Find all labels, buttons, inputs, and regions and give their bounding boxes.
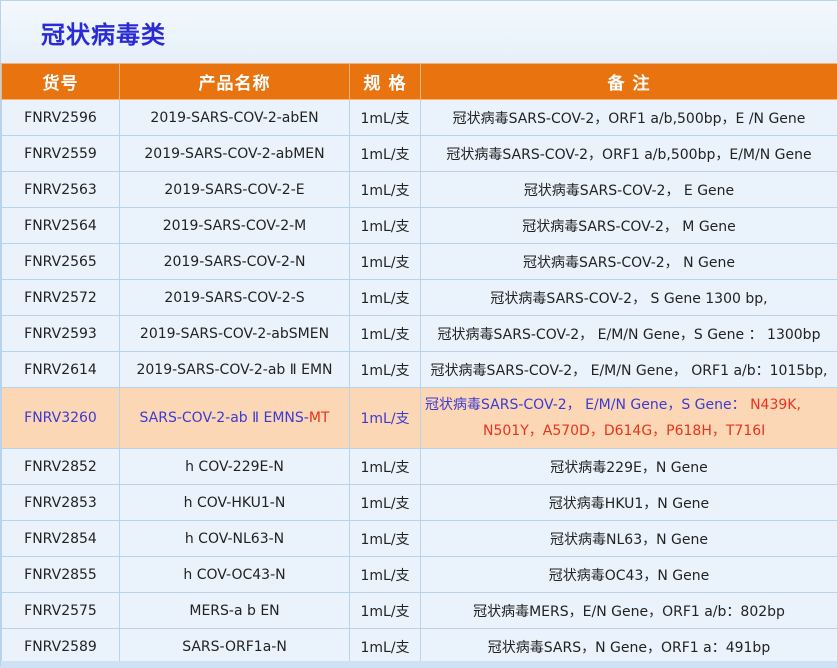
cell-spec: 1mL/支 [350,136,421,172]
cell-item-number: FNRV2563 [2,172,120,208]
cell-spec: 1mL/支 [350,629,421,665]
cell-remarks: 冠状病毒SARS-COV-2， E/M/N Gene， ORF1 a/b：101… [421,352,837,388]
cell-remarks: 冠状病毒NL63，N Gene [421,521,837,557]
mutation-list-1: N439K, [750,397,801,413]
cell-remarks: 冠状病毒SARS-COV-2， M Gene [421,208,837,244]
cell-spec: 1mL/支 [350,316,421,352]
cell-remarks: 冠状病毒SARS-COV-2， N Gene [421,244,837,280]
table-row: FNRV2593 2019-SARS-COV-2-abSMEN 1mL/支 冠状… [2,316,837,352]
cell-product-name: h COV-NL63-N [120,521,350,557]
table-row: FNRV2564 2019-SARS-COV-2-M 1mL/支 冠状病毒SAR… [2,208,837,244]
cell-product-name: h COV-229E-N [120,449,350,485]
table-row: FNRV2614 2019-SARS-COV-2-ab Ⅱ EMN 1mL/支 … [2,352,837,388]
table-header-row: 货号 产品名称 规 格 备 注 [2,64,837,100]
table-row: FNRV2854 h COV-NL63-N 1mL/支 冠状病毒NL63，N G… [2,521,837,557]
cell-remarks: 冠状病毒OC43，N Gene [421,557,837,593]
cell-item-number: FNRV2559 [2,136,120,172]
cell-spec: 1mL/支 [350,172,421,208]
table-row-highlighted: FNRV3260 SARS-COV-2-ab Ⅱ EMNS-MT 1mL/支 冠… [2,388,837,449]
cell-remarks: 冠状病毒229E，N Gene [421,449,837,485]
table-row: FNRV2589 SARS-ORF1a-N 1mL/支 冠状病毒SARS，N G… [2,629,837,665]
table-row: FNRV2853 h COV-HKU1-N 1mL/支 冠状病毒HKU1，N G… [2,485,837,521]
product-sheet: 冠状病毒类 货号 产品名称 规 格 备 注 FNRV2596 2019-SARS… [0,0,837,667]
header-item-number: 货号 [2,64,120,100]
product-table: 货号 产品名称 规 格 备 注 FNRV2596 2019-SARS-COV-2… [1,63,837,665]
cell-product-name: 2019-SARS-COV-2-S [120,280,350,316]
cell-item-number: FNRV2565 [2,244,120,280]
cell-item-number: FNRV2853 [2,485,120,521]
table-row: FNRV2563 2019-SARS-COV-2-E 1mL/支 冠状病毒SAR… [2,172,837,208]
header-spec: 规 格 [350,64,421,100]
cell-product-name: SARS-ORF1a-N [120,629,350,665]
cell-spec: 1mL/支 [350,280,421,316]
cell-product-name: 2019-SARS-COV-2-abMEN [120,136,350,172]
cell-remarks: 冠状病毒SARS-COV-2， S Gene 1300 bp, [421,280,837,316]
cell-item-number: FNRV2855 [2,557,120,593]
cell-remarks: 冠状病毒SARS-COV-2， E/M/N Gene，S Gene： N439K… [421,388,837,449]
cell-product-name: 2019-SARS-COV-2-M [120,208,350,244]
cell-item-number: FNRV2614 [2,352,120,388]
cell-remarks: 冠状病毒SARS-COV-2，ORF1 a/b,500bp，E/M/N Gene [421,136,837,172]
cell-item-number: FNRV2596 [2,100,120,136]
cell-spec: 1mL/支 [350,388,421,449]
cell-product-name: 2019-SARS-COV-2-ab Ⅱ EMN [120,352,350,388]
table-row: FNRV2572 2019-SARS-COV-2-S 1mL/支 冠状病毒SAR… [2,280,837,316]
product-name-text: SARS-COV-2-ab Ⅱ EMNS- [140,410,309,426]
cell-item-number: FNRV2575 [2,593,120,629]
cell-product-name: h COV-OC43-N [120,557,350,593]
header-product-name: 产品名称 [120,64,350,100]
cell-item-number: FNRV2593 [2,316,120,352]
cell-spec: 1mL/支 [350,449,421,485]
cell-product-name: 2019-SARS-COV-2-abSMEN [120,316,350,352]
header-remarks: 备 注 [421,64,837,100]
table-row: FNRV2559 2019-SARS-COV-2-abMEN 1mL/支 冠状病… [2,136,837,172]
table-row: FNRV2596 2019-SARS-COV-2-abEN 1mL/支 冠状病毒… [2,100,837,136]
page-title: 冠状病毒类 [41,15,166,50]
product-name-suffix: MT [309,410,330,426]
table-row: FNRV2855 h COV-OC43-N 1mL/支 冠状病毒OC43，N G… [2,557,837,593]
cell-product-name: 2019-SARS-COV-2-abEN [120,100,350,136]
cell-remarks: 冠状病毒HKU1，N Gene [421,485,837,521]
cell-product-name: SARS-COV-2-ab Ⅱ EMNS-MT [120,388,350,449]
cell-product-name: h COV-HKU1-N [120,485,350,521]
cell-item-number: FNRV2589 [2,629,120,665]
cell-item-number: FNRV3260 [2,388,120,449]
cell-spec: 1mL/支 [350,352,421,388]
cell-spec: 1mL/支 [350,485,421,521]
cell-remarks: 冠状病毒SARS-COV-2， E Gene [421,172,837,208]
cell-spec: 1mL/支 [350,521,421,557]
cell-item-number: FNRV2572 [2,280,120,316]
mutation-list-2: N501Y，A570D，D614G，P618H，T716I [425,423,765,439]
cell-spec: 1mL/支 [350,100,421,136]
cell-remarks: 冠状病毒SARS-COV-2，ORF1 a/b,500bp，E /N Gene [421,100,837,136]
cell-remarks: 冠状病毒SARS-COV-2， E/M/N Gene，S Gene ： 1300… [421,316,837,352]
table-row: FNRV2852 h COV-229E-N 1mL/支 冠状病毒229E，N G… [2,449,837,485]
cell-product-name: 2019-SARS-COV-2-E [120,172,350,208]
title-bar: 冠状病毒类 [1,1,837,63]
cell-product-name: MERS-a b EN [120,593,350,629]
cell-spec: 1mL/支 [350,557,421,593]
cell-product-name: 2019-SARS-COV-2-N [120,244,350,280]
cell-spec: 1mL/支 [350,208,421,244]
table-row: FNRV2565 2019-SARS-COV-2-N 1mL/支 冠状病毒SAR… [2,244,837,280]
cell-spec: 1mL/支 [350,593,421,629]
cell-item-number: FNRV2854 [2,521,120,557]
cell-item-number: FNRV2564 [2,208,120,244]
cell-spec: 1mL/支 [350,244,421,280]
cell-remarks: 冠状病毒SARS，N Gene，ORF1 a：491bp [421,629,837,665]
cell-item-number: FNRV2852 [2,449,120,485]
table-row: FNRV2575 MERS-a b EN 1mL/支 冠状病毒MERS，E/N … [2,593,837,629]
remarks-text: 冠状病毒SARS-COV-2， E/M/N Gene，S Gene： [425,397,746,413]
cell-remarks: 冠状病毒MERS，E/N Gene，ORF1 a/b：802bp [421,593,837,629]
